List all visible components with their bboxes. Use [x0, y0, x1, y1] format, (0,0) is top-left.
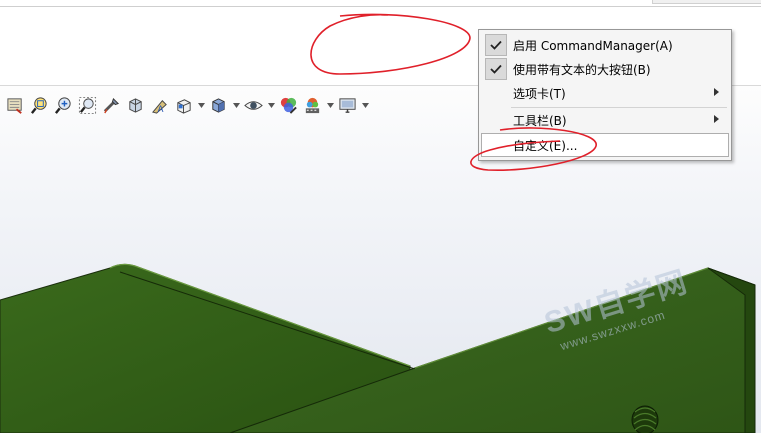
hide-show-dropdown-icon[interactable] [267, 95, 275, 116]
menu-item-toolbars[interactable]: 工具栏(B) [481, 108, 729, 132]
section-view-icon[interactable] [5, 95, 26, 116]
apply-scene-dropdown-icon[interactable] [326, 95, 334, 116]
menu-item-large-buttons-with-text[interactable]: 使用带有文本的大按钮(B) [481, 57, 729, 81]
menu-item-label: 启用 CommandManager(A) [513, 39, 673, 53]
view-settings-icon[interactable] [337, 95, 358, 116]
menu-item-customize[interactable]: 自定义(E)... [481, 133, 729, 157]
window-tab-edge [652, 0, 761, 4]
heads-up-view-toolbar: A [5, 92, 372, 118]
rotate-view-icon[interactable] [101, 95, 122, 116]
view-settings-dropdown-icon[interactable] [361, 95, 369, 116]
checkmark-icon [485, 58, 507, 80]
menu-item-label: 使用带有文本的大按钮(B) [513, 63, 651, 77]
svg-text:A: A [158, 105, 164, 115]
view-orientation-dropdown-icon[interactable] [197, 95, 205, 116]
zoom-to-area-icon[interactable] [53, 95, 74, 116]
menu-item-label: 工具栏(B) [513, 114, 567, 128]
zoom-to-fit-icon[interactable] [29, 95, 50, 116]
menu-item-enable-commandmanager[interactable]: 启用 CommandManager(A) [481, 33, 729, 57]
context-menu: 启用 CommandManager(A) 使用带有文本的大按钮(B) 选项卡(T… [478, 29, 732, 161]
menu-item-tabs[interactable]: 选项卡(T) [481, 81, 729, 105]
dynamic-annotation-icon[interactable]: A [149, 95, 170, 116]
display-style-dropdown-icon[interactable] [232, 95, 240, 116]
submenu-arrow-icon [714, 115, 719, 123]
zoom-to-selection-icon[interactable] [77, 95, 98, 116]
menu-item-label: 自定义(E)... [513, 139, 578, 153]
title-strip [0, 0, 761, 7]
edit-appearance-icon[interactable] [278, 95, 299, 116]
hide-show-items-icon[interactable] [243, 95, 264, 116]
submenu-arrow-icon [714, 88, 719, 96]
checkmark-icon [485, 34, 507, 56]
view-orientation-icon[interactable] [173, 95, 194, 116]
previous-view-icon[interactable] [125, 95, 146, 116]
apply-scene-icon[interactable] [302, 95, 323, 116]
display-style-icon[interactable] [208, 95, 229, 116]
solidworks-window: SW自学网 www.swzxxw.com A 启用 CommandManager… [0, 0, 761, 433]
menu-item-label: 选项卡(T) [513, 87, 566, 101]
